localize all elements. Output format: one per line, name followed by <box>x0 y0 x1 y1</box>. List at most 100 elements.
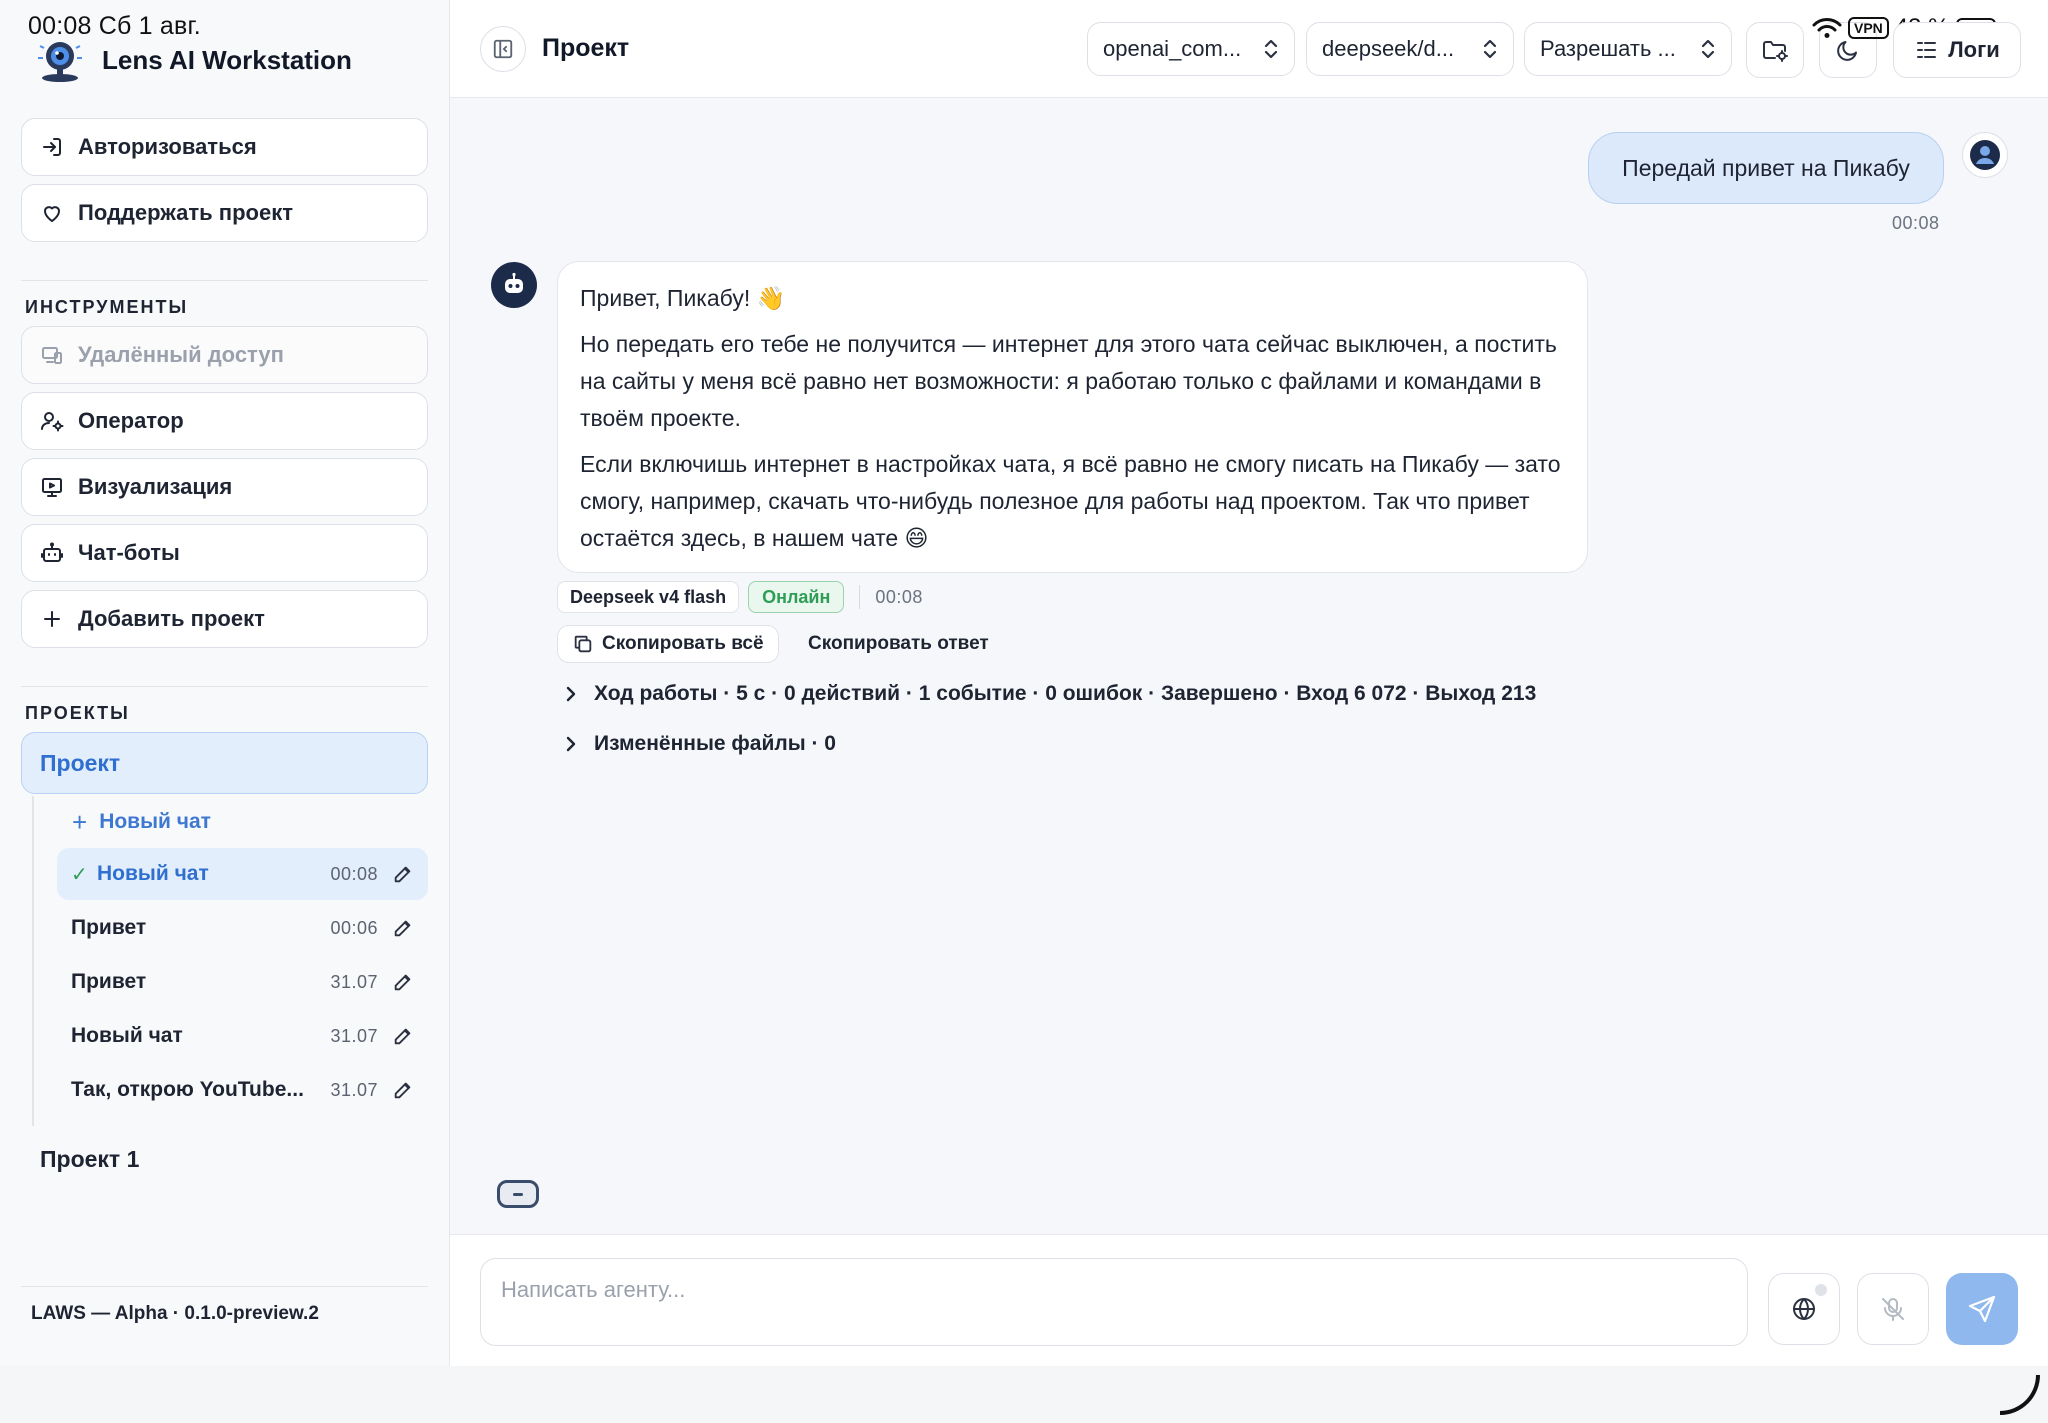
project-item-active[interactable]: Проект <box>21 732 428 794</box>
sidebar-divider <box>21 280 428 281</box>
globe-icon <box>1793 1298 1815 1320</box>
provider-select[interactable]: openai_com... <box>1087 22 1295 76</box>
new-chat-button[interactable]: + Новый чат <box>72 807 211 837</box>
projects-section-title: ПРОЕКТЫ <box>25 703 130 723</box>
chevron-updown-icon <box>1483 39 1497 59</box>
login-label: Авторизоваться <box>78 134 257 159</box>
pencil-icon[interactable] <box>392 917 414 939</box>
permission-select[interactable]: Разрешать ... <box>1524 22 1732 76</box>
model-select[interactable]: deepseek/d... <box>1306 22 1514 76</box>
sidebar-collapse-icon <box>493 39 513 59</box>
user-message: Передай привет на Пикабу <box>1588 132 1944 204</box>
changed-files-toggle[interactable]: Изменённые файлы · 0 <box>562 732 836 756</box>
list-icon <box>1917 42 1937 58</box>
plus-icon <box>40 607 64 631</box>
chat-time: 31.07 <box>330 971 378 992</box>
composer <box>450 1234 2048 1366</box>
pencil-icon[interactable] <box>392 1079 414 1101</box>
sidebar: 00:08 Сб 1 авг. Lens AI Workstation Авто… <box>0 0 450 1366</box>
project-item[interactable]: Проект 1 <box>40 1146 139 1173</box>
new-chat-label: Новый чат <box>99 810 211 833</box>
sidebar-toggle-button[interactable] <box>480 26 526 72</box>
assistant-avatar <box>491 262 537 308</box>
folder-settings-icon <box>1763 41 1788 62</box>
assistant-paragraph: Но передать его тебе не получится — инте… <box>580 331 1557 431</box>
provider-select-value: openai_com... <box>1103 36 1242 61</box>
chevron-updown-icon <box>1264 39 1278 59</box>
tool-remote-access-label: Удалённый доступ <box>78 342 284 367</box>
user-icon <box>1970 140 2000 170</box>
remote-access-icon <box>40 343 64 367</box>
chat-title: Привет <box>71 970 147 993</box>
copy-all-button[interactable]: Скопировать всё <box>557 625 779 663</box>
message-input[interactable] <box>480 1258 1748 1346</box>
logs-button[interactable]: Логи <box>1893 22 2021 78</box>
meta-separator <box>859 585 861 609</box>
robot-icon <box>505 272 523 293</box>
topbar: Проект openai_com... deepseek/d... Разре… <box>450 0 2048 98</box>
internet-status-dot <box>1815 1284 1827 1296</box>
support-project-button[interactable]: Поддержать проект <box>21 184 428 242</box>
chat-item[interactable]: Новый чат 31.07 <box>57 1010 428 1062</box>
tool-chatbots[interactable]: Чат-боты <box>21 524 428 582</box>
assistant-message: Привет, Пикабу! 👋 Но передать его тебе н… <box>557 261 1588 573</box>
work-progress-summary: Ход работы · 5 с · 0 действий · 1 событи… <box>594 682 1537 705</box>
page-title: Проект <box>542 34 630 62</box>
pencil-icon[interactable] <box>392 863 414 885</box>
assistant-time: 00:08 <box>875 586 923 607</box>
chevron-updown-icon <box>1701 39 1715 59</box>
tool-operator[interactable]: Оператор <box>21 392 428 450</box>
assistant-paragraph: Если включишь интернет в настройках чата… <box>580 451 1561 551</box>
pencil-icon[interactable] <box>392 1025 414 1047</box>
folder-settings-button[interactable] <box>1746 22 1804 78</box>
chat-item[interactable]: Привет 00:06 <box>57 902 428 954</box>
mic-off-icon <box>1882 1298 1904 1321</box>
tool-operator-label: Оператор <box>78 408 184 433</box>
send-button[interactable] <box>1946 1273 2018 1345</box>
chat-item[interactable]: Привет 31.07 <box>57 956 428 1008</box>
user-avatar <box>1962 132 2008 178</box>
tool-visualization-label: Визуализация <box>78 474 233 499</box>
brand: Lens AI Workstation <box>32 36 352 84</box>
copy-all-label: Скопировать всё <box>602 633 764 654</box>
corner-indicator <box>2000 1375 2040 1415</box>
chat-time: 00:08 <box>330 863 378 884</box>
project-tree-line <box>32 796 34 1126</box>
online-badge: Онлайн <box>748 581 845 613</box>
microphone-button[interactable] <box>1857 1273 1929 1345</box>
login-button[interactable]: Авторизоваться <box>21 118 428 176</box>
login-icon <box>40 135 64 159</box>
chat-title: Новый чат <box>71 1024 183 1047</box>
chat-item[interactable]: ✓ Новый чат 00:08 <box>57 848 428 900</box>
chat-time: 31.07 <box>330 1025 378 1046</box>
assistant-paragraph: Привет, Пикабу! 👋 <box>580 285 786 311</box>
visualization-icon <box>40 475 64 499</box>
chat-time: 31.07 <box>330 1079 378 1100</box>
check-icon: ✓ <box>71 863 88 886</box>
assistant-meta: Deepseek v4 flash Онлайн 00:08 <box>557 581 923 613</box>
chevron-right-icon <box>566 736 576 752</box>
add-project-button[interactable]: Добавить проект <box>21 590 428 648</box>
send-icon <box>1968 1295 1996 1323</box>
permission-select-value: Разрешать ... <box>1540 36 1676 61</box>
system-bottom-strip <box>0 1366 2048 1423</box>
chat-main: Проект openai_com... deepseek/d... Разре… <box>450 0 2048 1366</box>
tool-visualization[interactable]: Визуализация <box>21 458 428 516</box>
changed-files-summary: Изменённые файлы · 0 <box>594 732 836 755</box>
chat-title: Привет <box>71 916 147 939</box>
work-progress-toggle[interactable]: Ход работы · 5 с · 0 действий · 1 событи… <box>562 682 1536 706</box>
chat-item[interactable]: Так, открою YouTube... 31.07 <box>57 1064 428 1116</box>
version-label: LAWS — Alpha · 0.1.0-preview.2 <box>31 1303 319 1324</box>
pencil-icon[interactable] <box>392 971 414 993</box>
heart-icon <box>40 201 64 225</box>
lens-logo-icon <box>38 42 82 82</box>
plus-icon: + <box>72 807 88 837</box>
internet-toggle-button[interactable] <box>1768 1273 1840 1345</box>
logs-label: Логи <box>1948 37 2000 62</box>
scroll-to-bottom-button[interactable] <box>497 1180 539 1208</box>
tool-remote-access[interactable]: Удалённый доступ <box>21 326 428 384</box>
vpn-badge: VPN <box>1848 17 1889 39</box>
copy-answer-button[interactable]: Скопировать ответ <box>808 633 989 655</box>
app-name: Lens AI Workstation <box>102 44 352 75</box>
user-message-time: 00:08 <box>1892 213 1940 233</box>
